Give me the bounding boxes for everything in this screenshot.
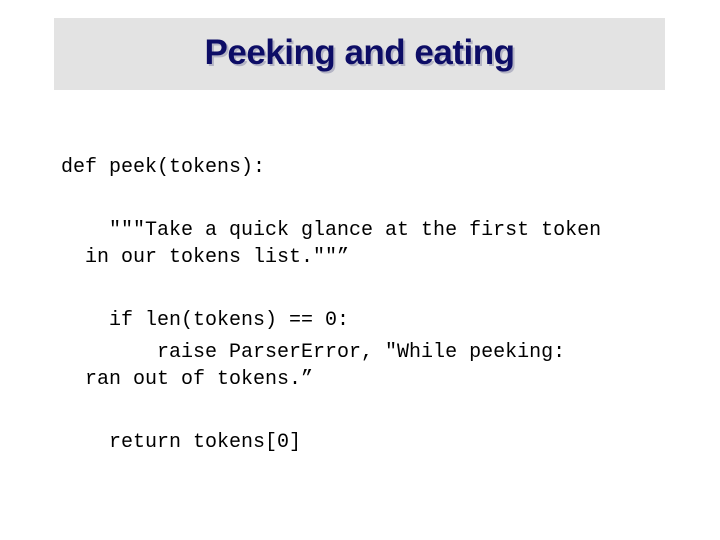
slide-title: Peeking and eating: [204, 33, 515, 72]
code-line-raise-2: ran out of tokens.”: [61, 368, 314, 391]
code-line-docstring-1: """Take a quick glance at the first toke…: [61, 219, 602, 242]
code-line-def: def peek(tokens):: [61, 156, 266, 179]
slide-title-bar: Peeking and eating: [54, 18, 665, 90]
code-line-return: return tokens[0]: [61, 431, 302, 454]
code-line-docstring-2: in our tokens list.""”: [61, 246, 350, 269]
code-line-if: if len(tokens) == 0:: [61, 309, 350, 332]
code-line-raise-1: raise ParserError, "While peeking:: [61, 341, 566, 364]
